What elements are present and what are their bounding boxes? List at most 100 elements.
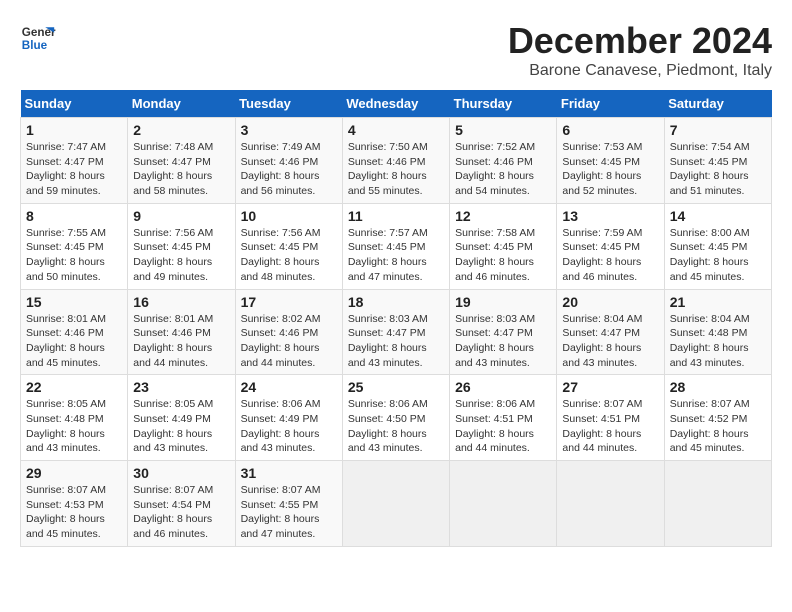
- day-number: 20: [562, 294, 658, 310]
- header: General Blue December 2024 Barone Canave…: [20, 20, 772, 80]
- calendar-cell: [557, 461, 664, 547]
- day-info: Sunrise: 7:49 AMSunset: 4:46 PMDaylight:…: [241, 140, 337, 199]
- day-header-saturday: Saturday: [664, 90, 771, 118]
- day-number: 12: [455, 208, 551, 224]
- day-number: 14: [670, 208, 766, 224]
- calendar-cell: 3 Sunrise: 7:49 AMSunset: 4:46 PMDaylight…: [235, 118, 342, 204]
- day-header-tuesday: Tuesday: [235, 90, 342, 118]
- day-header-friday: Friday: [557, 90, 664, 118]
- calendar-cell: 20 Sunrise: 8:04 AMSunset: 4:47 PMDayligh…: [557, 289, 664, 375]
- day-info: Sunrise: 8:07 AMSunset: 4:51 PMDaylight:…: [562, 397, 658, 456]
- day-number: 5: [455, 122, 551, 138]
- day-info: Sunrise: 8:03 AMSunset: 4:47 PMDaylight:…: [455, 312, 551, 371]
- day-number: 10: [241, 208, 337, 224]
- day-info: Sunrise: 8:07 AMSunset: 4:54 PMDaylight:…: [133, 483, 229, 542]
- calendar-cell: 12Sunrise: 7:58 AMSunset: 4:45 PMDayligh…: [450, 203, 557, 289]
- day-number: 23: [133, 379, 229, 395]
- day-info: Sunrise: 8:03 AMSunset: 4:47 PMDaylight:…: [348, 312, 444, 371]
- day-number: 22: [26, 379, 122, 395]
- day-number: 19: [455, 294, 551, 310]
- day-info: Sunrise: 8:07 AMSunset: 4:55 PMDaylight:…: [241, 483, 337, 542]
- calendar-cell: 11 Sunrise: 7:57 AMSunset: 4:45 PMDayligh…: [342, 203, 449, 289]
- calendar-cell: 6 Sunrise: 7:53 AMSunset: 4:45 PMDaylight…: [557, 118, 664, 204]
- calendar-cell: 24 Sunrise: 8:06 AMSunset: 4:49 PMDayligh…: [235, 375, 342, 461]
- calendar-cell: 23Sunrise: 8:05 AMSunset: 4:49 PMDayligh…: [128, 375, 235, 461]
- day-number: 18: [348, 294, 444, 310]
- calendar-cell: 8 Sunrise: 7:55 AMSunset: 4:45 PMDaylight…: [21, 203, 128, 289]
- day-info: Sunrise: 7:50 AMSunset: 4:46 PMDaylight:…: [348, 140, 444, 199]
- calendar-cell: 28 Sunrise: 8:07 AMSunset: 4:52 PMDayligh…: [664, 375, 771, 461]
- calendar-cell: 5 Sunrise: 7:52 AMSunset: 4:46 PMDaylight…: [450, 118, 557, 204]
- day-info: Sunrise: 8:07 AMSunset: 4:53 PMDaylight:…: [26, 483, 122, 542]
- day-number: 4: [348, 122, 444, 138]
- calendar-cell: 13Sunrise: 7:59 AMSunset: 4:45 PMDayligh…: [557, 203, 664, 289]
- day-number: 17: [241, 294, 337, 310]
- day-info: Sunrise: 8:01 AMSunset: 4:46 PMDaylight:…: [133, 312, 229, 371]
- day-number: 9: [133, 208, 229, 224]
- day-info: Sunrise: 7:52 AMSunset: 4:46 PMDaylight:…: [455, 140, 551, 199]
- header-row: SundayMondayTuesdayWednesdayThursdayFrid…: [21, 90, 772, 118]
- day-number: 6: [562, 122, 658, 138]
- day-info: Sunrise: 8:05 AMSunset: 4:48 PMDaylight:…: [26, 397, 122, 456]
- day-info: Sunrise: 7:59 AMSunset: 4:45 PMDaylight:…: [562, 226, 658, 285]
- calendar-week-1: 1Sunrise: 7:47 AMSunset: 4:47 PMDaylight…: [21, 118, 772, 204]
- day-number: 15: [26, 294, 122, 310]
- day-info: Sunrise: 8:00 AMSunset: 4:45 PMDaylight:…: [670, 226, 766, 285]
- day-header-monday: Monday: [128, 90, 235, 118]
- day-number: 11: [348, 208, 444, 224]
- calendar-week-3: 15 Sunrise: 8:01 AMSunset: 4:46 PMDayligh…: [21, 289, 772, 375]
- day-number: 26: [455, 379, 551, 395]
- day-number: 7: [670, 122, 766, 138]
- day-info: Sunrise: 8:02 AMSunset: 4:46 PMDaylight:…: [241, 312, 337, 371]
- day-info: Sunrise: 7:53 AMSunset: 4:45 PMDaylight:…: [562, 140, 658, 199]
- calendar-cell: 17 Sunrise: 8:02 AMSunset: 4:46 PMDayligh…: [235, 289, 342, 375]
- day-info: Sunrise: 8:06 AMSunset: 4:51 PMDaylight:…: [455, 397, 551, 456]
- calendar-week-5: 29Sunrise: 8:07 AMSunset: 4:53 PMDayligh…: [21, 461, 772, 547]
- day-info: Sunrise: 8:06 AMSunset: 4:49 PMDaylight:…: [241, 397, 337, 456]
- day-info: Sunrise: 7:56 AMSunset: 4:45 PMDaylight:…: [241, 226, 337, 285]
- calendar-cell: [664, 461, 771, 547]
- day-number: 24: [241, 379, 337, 395]
- calendar-cell: 1Sunrise: 7:47 AMSunset: 4:47 PMDaylight…: [21, 118, 128, 204]
- calendar-cell: 29Sunrise: 8:07 AMSunset: 4:53 PMDayligh…: [21, 461, 128, 547]
- calendar-cell: 7 Sunrise: 7:54 AMSunset: 4:45 PMDaylight…: [664, 118, 771, 204]
- day-info: Sunrise: 7:54 AMSunset: 4:45 PMDaylight:…: [670, 140, 766, 199]
- calendar-week-2: 8 Sunrise: 7:55 AMSunset: 4:45 PMDaylight…: [21, 203, 772, 289]
- day-number: 25: [348, 379, 444, 395]
- day-info: Sunrise: 7:48 AMSunset: 4:47 PMDaylight:…: [133, 140, 229, 199]
- calendar-cell: 30Sunrise: 8:07 AMSunset: 4:54 PMDayligh…: [128, 461, 235, 547]
- calendar-cell: 31Sunrise: 8:07 AMSunset: 4:55 PMDayligh…: [235, 461, 342, 547]
- calendar-cell: 2Sunrise: 7:48 AMSunset: 4:47 PMDaylight…: [128, 118, 235, 204]
- calendar-cell: 16 Sunrise: 8:01 AMSunset: 4:46 PMDayligh…: [128, 289, 235, 375]
- day-number: 21: [670, 294, 766, 310]
- day-info: Sunrise: 7:57 AMSunset: 4:45 PMDaylight:…: [348, 226, 444, 285]
- day-number: 28: [670, 379, 766, 395]
- main-title: December 2024: [508, 20, 772, 62]
- day-header-sunday: Sunday: [21, 90, 128, 118]
- subtitle: Barone Canavese, Piedmont, Italy: [508, 62, 772, 80]
- calendar-cell: 21 Sunrise: 8:04 AMSunset: 4:48 PMDayligh…: [664, 289, 771, 375]
- svg-text:Blue: Blue: [22, 39, 48, 52]
- day-info: Sunrise: 8:01 AMSunset: 4:46 PMDaylight:…: [26, 312, 122, 371]
- day-header-wednesday: Wednesday: [342, 90, 449, 118]
- day-number: 16: [133, 294, 229, 310]
- calendar-cell: [450, 461, 557, 547]
- day-info: Sunrise: 7:56 AMSunset: 4:45 PMDaylight:…: [133, 226, 229, 285]
- day-number: 8: [26, 208, 122, 224]
- calendar-cell: 14 Sunrise: 8:00 AMSunset: 4:45 PMDayligh…: [664, 203, 771, 289]
- logo: General Blue: [20, 20, 56, 56]
- calendar-cell: 19 Sunrise: 8:03 AMSunset: 4:47 PMDayligh…: [450, 289, 557, 375]
- calendar-cell: 15 Sunrise: 8:01 AMSunset: 4:46 PMDayligh…: [21, 289, 128, 375]
- day-info: Sunrise: 7:55 AMSunset: 4:45 PMDaylight:…: [26, 226, 122, 285]
- day-number: 27: [562, 379, 658, 395]
- calendar-cell: [342, 461, 449, 547]
- day-info: Sunrise: 8:04 AMSunset: 4:48 PMDaylight:…: [670, 312, 766, 371]
- day-info: Sunrise: 8:07 AMSunset: 4:52 PMDaylight:…: [670, 397, 766, 456]
- day-number: 3: [241, 122, 337, 138]
- calendar-cell: 25 Sunrise: 8:06 AMSunset: 4:50 PMDayligh…: [342, 375, 449, 461]
- day-info: Sunrise: 8:04 AMSunset: 4:47 PMDaylight:…: [562, 312, 658, 371]
- calendar-week-4: 22 Sunrise: 8:05 AMSunset: 4:48 PMDayligh…: [21, 375, 772, 461]
- day-info: Sunrise: 8:06 AMSunset: 4:50 PMDaylight:…: [348, 397, 444, 456]
- day-number: 1: [26, 122, 122, 138]
- calendar-cell: 18 Sunrise: 8:03 AMSunset: 4:47 PMDayligh…: [342, 289, 449, 375]
